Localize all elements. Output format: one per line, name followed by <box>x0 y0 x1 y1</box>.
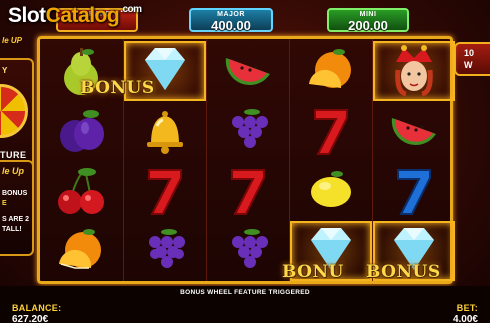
balance-label: BALANCE: <box>12 303 62 313</box>
jackpot-major-value: 400.00 <box>211 18 251 33</box>
orange-icon <box>59 229 101 269</box>
lemon-icon <box>311 171 351 207</box>
joker-icon <box>395 45 433 97</box>
grapes-icon <box>232 109 268 148</box>
power-up-line: BONUS <box>2 190 28 197</box>
bonus-label: BONUS <box>366 262 441 282</box>
symbol-watermelon <box>373 101 455 161</box>
bonus-label: BONUS <box>80 78 155 98</box>
symbol-grapes <box>207 101 289 161</box>
balance-value: 627.20€ <box>12 314 49 323</box>
jackpot-mini-value: 200.00 <box>348 18 388 33</box>
power-up-panel: le Up BONUS E S ARE 2 TALL! <box>0 160 34 256</box>
reel-5 <box>372 39 455 281</box>
watermelon-icon <box>391 118 436 146</box>
reel-2 <box>123 39 206 281</box>
right-panel-line: W <box>464 60 473 70</box>
reel-1 <box>40 39 122 281</box>
bonus-wheel-icon <box>0 84 28 138</box>
symbol-lemon <box>290 161 372 221</box>
symbol-orange <box>40 221 122 281</box>
wheel-panel-caption: TURE <box>0 150 27 160</box>
logo-text: le UP <box>2 36 23 45</box>
power-up-line: E <box>2 200 7 207</box>
right-panel-line: 10 <box>464 48 475 58</box>
watermark: SlotCatalog.com <box>8 4 142 28</box>
symbol-orange <box>290 41 372 101</box>
symbol-watermelon <box>207 41 289 101</box>
grapes-icon <box>232 229 268 268</box>
symbol-grapes <box>124 221 206 281</box>
game-screen: SlotCatalog.com GRAND MAJOR 400.00 MINI … <box>0 0 490 323</box>
symbol-bell <box>124 101 206 161</box>
reel-4 <box>289 39 372 281</box>
seven-icon <box>314 109 348 155</box>
seven-icon <box>148 169 182 215</box>
symbol-plum <box>40 101 122 161</box>
power-up-title: le Up <box>2 166 25 176</box>
left-info-panel: le UP Y TURE le Up BONUS E S ARE 2 TALL! <box>0 36 36 256</box>
seven-icon <box>397 169 431 215</box>
watermark-part2: Catalog <box>45 4 120 27</box>
symbol-seven <box>124 161 206 221</box>
orange-icon <box>309 49 351 88</box>
watermelon-icon <box>225 58 270 86</box>
symbol-seven <box>290 101 372 161</box>
reel-3 <box>206 39 288 281</box>
jackpot-major: MAJOR 400.00 <box>189 8 273 33</box>
symbol-seven <box>207 161 289 221</box>
bell-icon <box>147 111 183 154</box>
jackpot-mini: MINI 200.00 <box>327 8 409 33</box>
power-up-line: TALL! <box>2 226 22 233</box>
watermark-part1: Slot <box>8 4 46 27</box>
symbol-joker <box>373 41 455 101</box>
bonus-label: BONU <box>282 262 344 282</box>
power-up-line: S ARE 2 <box>2 216 29 223</box>
cherries-icon <box>58 168 104 214</box>
symbol-seven <box>373 161 455 221</box>
symbol-grapes <box>207 221 289 281</box>
seven-icon <box>231 169 265 215</box>
grapes-icon <box>149 229 185 268</box>
reel-grid <box>37 36 455 284</box>
plum-icon <box>60 110 104 152</box>
symbol-cherries <box>40 161 122 221</box>
game-logo: le UP <box>0 36 36 58</box>
watermark-suffix: .com <box>120 4 142 15</box>
status-message: BONUS WHEEL FEATURE TRIGGERED <box>180 289 310 296</box>
bet-label: BET: <box>456 303 478 313</box>
wheel-panel-title: Y <box>2 66 8 75</box>
bet-value: 4.00€ <box>452 314 478 323</box>
right-info-panel: 10 W <box>454 42 490 76</box>
